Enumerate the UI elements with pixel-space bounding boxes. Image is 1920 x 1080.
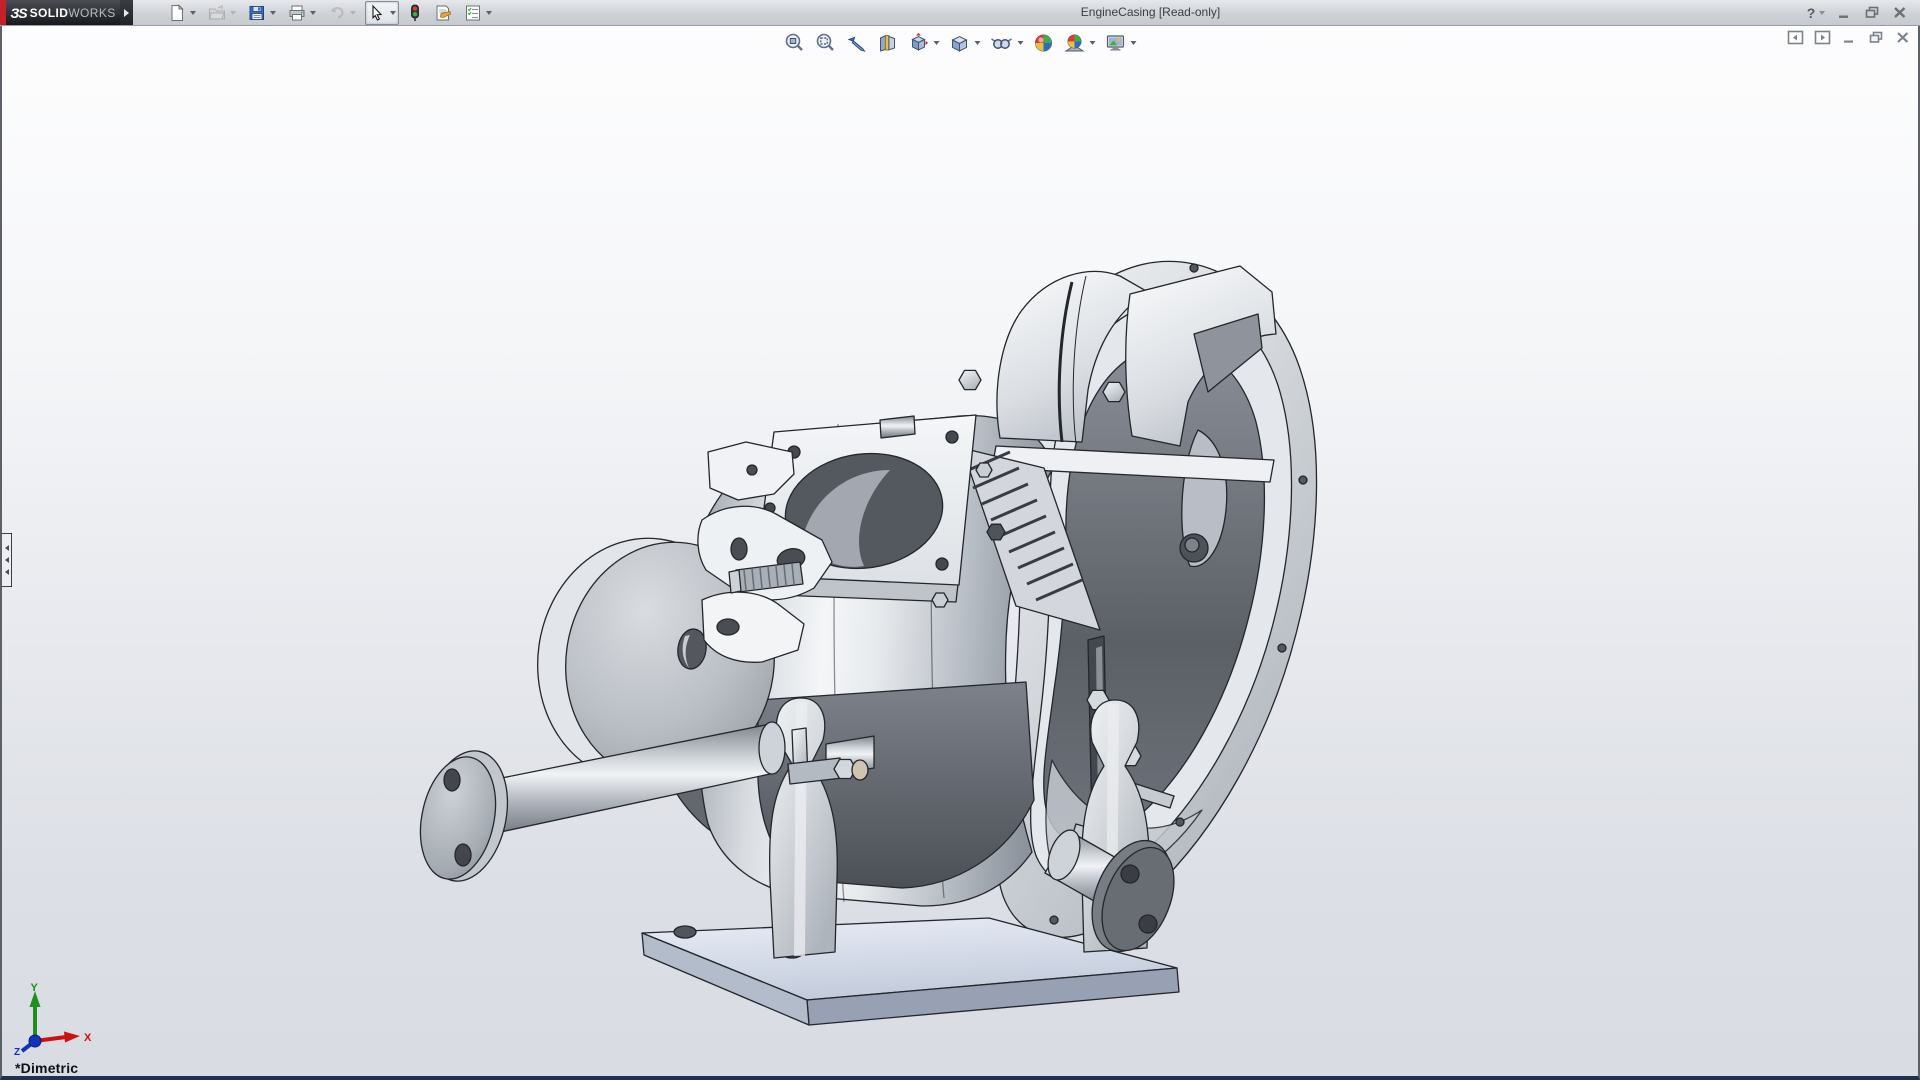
hide-show-caret[interactable]: [1018, 41, 1024, 45]
select-dropdown-caret[interactable]: [390, 11, 396, 15]
edit-appearance-icon: [1033, 32, 1055, 54]
hide-show-items-button[interactable]: [988, 30, 1026, 56]
view-orientation-caret[interactable]: [934, 41, 940, 45]
collapse-left-pane-button[interactable]: [1786, 30, 1804, 45]
hide-show-items-icon: [990, 32, 1014, 54]
doc-minimize-icon: [1842, 32, 1856, 44]
doc-minimize-button[interactable]: [1840, 30, 1858, 45]
collapse-left-pane-icon: [1787, 30, 1804, 45]
open-dropdown-caret[interactable]: [230, 11, 236, 15]
select-cursor-icon: [368, 4, 386, 22]
new-dropdown-caret[interactable]: [190, 11, 196, 15]
help-dropdown-caret: [1819, 11, 1825, 15]
logo-mark: ЗS: [10, 5, 26, 21]
print-button[interactable]: [285, 1, 319, 25]
view-orientation-label: *Dimetric: [15, 1060, 78, 1076]
solidworks-logo: ЗS SOLIDWORKS: [6, 0, 120, 25]
section-view-button[interactable]: [875, 30, 901, 56]
zoom-to-fit-icon: [784, 32, 806, 54]
file-properties-icon: [434, 4, 452, 22]
document-window-controls: [1786, 30, 1912, 45]
title-bar: ЗS SOLIDWORKS: [0, 0, 1920, 26]
undo-dropdown-caret[interactable]: [350, 11, 356, 15]
close-icon: [1893, 6, 1907, 19]
help-icon: ?: [1807, 5, 1816, 21]
collapse-right-pane-button[interactable]: [1813, 30, 1831, 45]
new-document-button[interactable]: [165, 1, 199, 25]
apply-scene-caret[interactable]: [1090, 41, 1096, 45]
doc-restore-button[interactable]: [1867, 30, 1885, 45]
options-icon: [464, 4, 482, 22]
view-orientation-icon: [908, 32, 930, 54]
help-button[interactable]: ?: [1806, 4, 1826, 22]
minimize-button[interactable]: [1834, 4, 1854, 22]
menu-flyout-arrow[interactable]: [120, 0, 133, 25]
file-properties-button[interactable]: [431, 1, 455, 25]
edit-appearance-button[interactable]: [1031, 30, 1057, 56]
graphics-viewport[interactable]: Y X Z *Dimetric: [0, 26, 1920, 1080]
previous-view-button[interactable]: [844, 30, 870, 56]
collapse-right-pane-icon: [1814, 30, 1831, 45]
options-button[interactable]: [461, 1, 495, 25]
doc-restore-icon: [1869, 31, 1884, 44]
select-tool-button[interactable]: [365, 1, 399, 25]
zoom-to-area-button[interactable]: [813, 30, 839, 56]
section-view-icon: [877, 32, 899, 54]
view-settings-button[interactable]: [1103, 30, 1139, 56]
zoom-to-fit-button[interactable]: [782, 30, 808, 56]
apply-scene-icon: [1064, 32, 1086, 54]
open-button[interactable]: [205, 1, 239, 25]
close-button[interactable]: [1890, 4, 1910, 22]
model-canvas[interactable]: [2, 26, 1920, 1080]
display-style-button[interactable]: [947, 30, 983, 56]
restore-button[interactable]: [1862, 4, 1882, 22]
options-dropdown-caret[interactable]: [486, 11, 492, 15]
view-settings-caret[interactable]: [1131, 41, 1137, 45]
new-document-icon: [168, 4, 186, 22]
feature-pane-collapse-tab[interactable]: [2, 533, 12, 587]
open-folder-icon: [208, 4, 226, 22]
save-icon: [248, 4, 266, 22]
heads-up-view-toolbar: [778, 28, 1143, 58]
window-controls: ?: [1806, 0, 1920, 25]
main-toolbar: [165, 0, 495, 25]
display-style-caret[interactable]: [975, 41, 981, 45]
flyout-arrow-icon: [124, 9, 129, 17]
minimize-icon: [1837, 7, 1851, 19]
triad-z-label: Z: [14, 1047, 20, 1056]
view-settings-icon: [1105, 32, 1127, 54]
logo-text-bold: SOLID: [30, 6, 69, 20]
print-dropdown-caret[interactable]: [310, 11, 316, 15]
triad-y-label: Y: [31, 982, 39, 994]
rebuild-button[interactable]: [405, 1, 425, 25]
doc-close-button[interactable]: [1894, 30, 1912, 45]
apply-scene-button[interactable]: [1062, 30, 1098, 56]
undo-icon: [328, 4, 346, 22]
pane-arrow-icon: [5, 545, 9, 551]
rebuild-traffic-light-icon: [408, 4, 422, 22]
logo-text-light: WORKS: [68, 6, 115, 20]
undo-button[interactable]: [325, 1, 359, 25]
solidworks-window: ЗS SOLIDWORKS: [0, 0, 1920, 1080]
orientation-triad[interactable]: Y X Z: [8, 981, 98, 1056]
triad-x-label: X: [84, 1032, 92, 1044]
print-icon: [288, 4, 306, 22]
pane-arrow-icon: [5, 557, 9, 563]
engine-casing-model[interactable]: [410, 261, 1317, 1025]
restore-icon: [1865, 6, 1880, 19]
save-button[interactable]: [245, 1, 279, 25]
save-dropdown-caret[interactable]: [270, 11, 276, 15]
document-title: EngineCasing [Read-only]: [495, 0, 1806, 25]
pane-arrow-icon: [5, 569, 9, 575]
zoom-to-area-icon: [815, 32, 837, 54]
previous-view-icon: [846, 32, 868, 54]
view-orientation-button[interactable]: [906, 30, 942, 56]
doc-close-icon: [1896, 31, 1910, 44]
display-style-icon: [949, 32, 971, 54]
